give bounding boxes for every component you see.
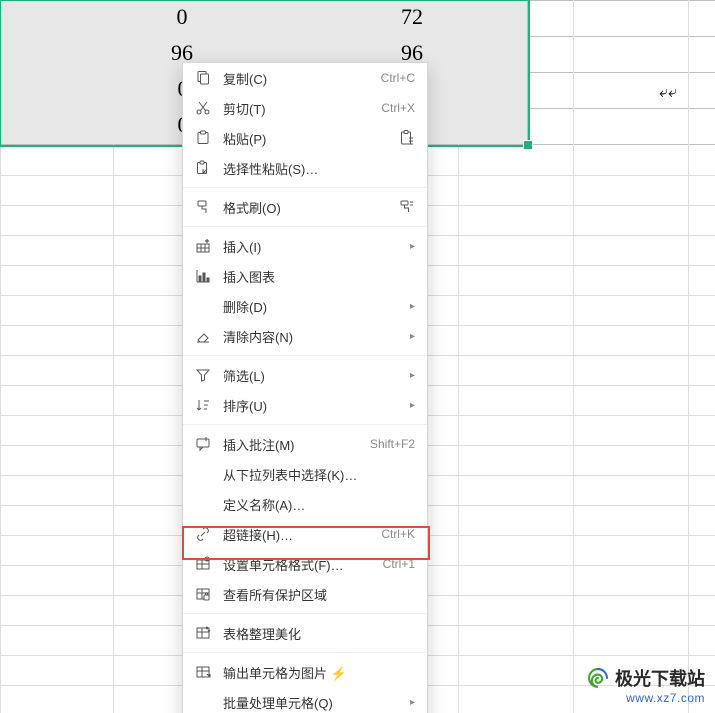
menu-label: 批量处理单元格(Q) bbox=[223, 693, 402, 712]
menu-comment[interactable]: 插入批注(M) Shift+F2 bbox=[183, 429, 427, 459]
menu-label: 选择性粘贴(S)… bbox=[223, 159, 415, 178]
menu-shortcut: Shift+F2 bbox=[370, 437, 415, 451]
menu-format-cells[interactable]: 设置单元格格式(F)… Ctrl+1 bbox=[183, 549, 427, 579]
menu-label: 表格整理美化 bbox=[223, 624, 415, 643]
submenu-arrow-icon: ▸ bbox=[410, 697, 415, 708]
menu-label: 设置单元格格式(F)… bbox=[223, 555, 375, 574]
chart-icon bbox=[193, 266, 213, 286]
menu-copy[interactable]: 复制(C) Ctrl+C bbox=[183, 63, 427, 93]
submenu-arrow-icon: ▸ bbox=[410, 331, 415, 342]
menu-separator bbox=[183, 424, 427, 425]
menu-label: 输出单元格为图片 ⚡ bbox=[223, 663, 415, 682]
watermark: 极光下载站 www.xz7.com bbox=[587, 665, 705, 705]
menu-label: 从下拉列表中选择(K)… bbox=[223, 465, 415, 484]
cut-icon bbox=[193, 98, 213, 118]
menu-label: 格式刷(O) bbox=[223, 198, 391, 217]
paste-special-icon bbox=[193, 158, 213, 178]
submenu-arrow-icon: ▸ bbox=[410, 241, 415, 252]
cell-value: 72 bbox=[297, 6, 527, 28]
menu-protected-ranges[interactable]: 查看所有保护区域 bbox=[183, 579, 427, 609]
menu-format-painter[interactable]: 格式刷(O) bbox=[183, 192, 427, 222]
menu-delete[interactable]: 删除(D) ▸ bbox=[183, 291, 427, 321]
menu-label: 复制(C) bbox=[223, 69, 373, 88]
menu-shortcut: Ctrl+1 bbox=[383, 557, 415, 571]
cell-value: 0 bbox=[67, 6, 297, 28]
submenu-arrow-icon: ▸ bbox=[410, 370, 415, 381]
menu-shortcut: Ctrl+X bbox=[381, 101, 415, 115]
format-painter-ext-icon[interactable] bbox=[399, 199, 415, 215]
menu-label: 排序(U) bbox=[223, 396, 402, 415]
menu-separator bbox=[183, 355, 427, 356]
menu-define-name[interactable]: 定义名称(A)… bbox=[183, 489, 427, 519]
menu-paste[interactable]: 粘贴(P) bbox=[183, 123, 427, 153]
menu-label: 筛选(L) bbox=[223, 366, 402, 385]
menu-label: 超链接(H)… bbox=[223, 525, 373, 544]
menu-insert-chart[interactable]: 插入图表 bbox=[183, 261, 427, 291]
link-icon bbox=[193, 524, 213, 544]
app-stage: 0 72 96 96 0 0 复制(C) Ctrl+C 剪切(T) Ctrl+X… bbox=[0, 0, 715, 713]
menu-beautify[interactable]: 表格整理美化 bbox=[183, 618, 427, 648]
logo-icon bbox=[587, 667, 609, 689]
eraser-icon bbox=[193, 326, 213, 346]
menu-label: 插入图表 bbox=[223, 267, 415, 286]
menu-dropdown-pick[interactable]: 从下拉列表中选择(K)… bbox=[183, 459, 427, 489]
menu-hyperlink[interactable]: 超链接(H)… Ctrl+K bbox=[183, 519, 427, 549]
sort-icon bbox=[193, 395, 213, 415]
beautify-icon bbox=[193, 623, 213, 643]
watermark-brand: 极光下载站 bbox=[615, 665, 705, 691]
insert-icon bbox=[193, 236, 213, 256]
menu-cut[interactable]: 剪切(T) Ctrl+X bbox=[183, 93, 427, 123]
comment-icon bbox=[193, 434, 213, 454]
paste-icon bbox=[193, 128, 213, 148]
menu-shortcut: Ctrl+C bbox=[381, 71, 415, 85]
menu-shortcut: Ctrl+K bbox=[381, 527, 415, 541]
submenu-arrow-icon: ▸ bbox=[410, 400, 415, 411]
menu-paste-special[interactable]: 选择性粘贴(S)… bbox=[183, 153, 427, 183]
menu-insert[interactable]: 插入(I) ▸ bbox=[183, 231, 427, 261]
menu-separator bbox=[183, 187, 427, 188]
protected-icon bbox=[193, 584, 213, 604]
menu-label: 插入批注(M) bbox=[223, 435, 362, 454]
menu-separator bbox=[183, 652, 427, 653]
menu-filter[interactable]: 筛选(L) ▸ bbox=[183, 360, 427, 390]
menu-export-image[interactable]: 输出单元格为图片 ⚡ bbox=[183, 657, 427, 687]
menu-clear[interactable]: 清除内容(N) ▸ bbox=[183, 321, 427, 351]
submenu-arrow-icon: ▸ bbox=[410, 301, 415, 312]
watermark-url: www.xz7.com bbox=[587, 691, 705, 705]
menu-label: 粘贴(P) bbox=[223, 129, 391, 148]
format-painter-icon bbox=[193, 197, 213, 217]
menu-sort[interactable]: 排序(U) ▸ bbox=[183, 390, 427, 420]
context-menu[interactable]: 复制(C) Ctrl+C 剪切(T) Ctrl+X 粘贴(P) 选择性粘贴(S)… bbox=[182, 62, 428, 713]
filter-icon bbox=[193, 365, 213, 385]
paste-options-icon[interactable] bbox=[399, 130, 415, 146]
cell-value: 96 bbox=[67, 42, 297, 64]
mouse-cursor-icon: ⤶⤶ bbox=[659, 84, 677, 102]
menu-label: 查看所有保护区域 bbox=[223, 585, 415, 604]
menu-separator bbox=[183, 613, 427, 614]
menu-batch[interactable]: 批量处理单元格(Q) ▸ bbox=[183, 687, 427, 713]
menu-label: 插入(I) bbox=[223, 237, 402, 256]
menu-label: 剪切(T) bbox=[223, 99, 373, 118]
format-cells-icon bbox=[193, 554, 213, 574]
copy-icon bbox=[193, 68, 213, 88]
menu-label: 删除(D) bbox=[223, 297, 402, 316]
menu-label: 定义名称(A)… bbox=[223, 495, 415, 514]
delete-icon bbox=[193, 296, 213, 316]
cell-value: 96 bbox=[297, 42, 527, 64]
menu-label: 清除内容(N) bbox=[223, 327, 402, 346]
export-image-icon bbox=[193, 662, 213, 682]
selection-handle[interactable] bbox=[523, 140, 533, 150]
menu-separator bbox=[183, 226, 427, 227]
